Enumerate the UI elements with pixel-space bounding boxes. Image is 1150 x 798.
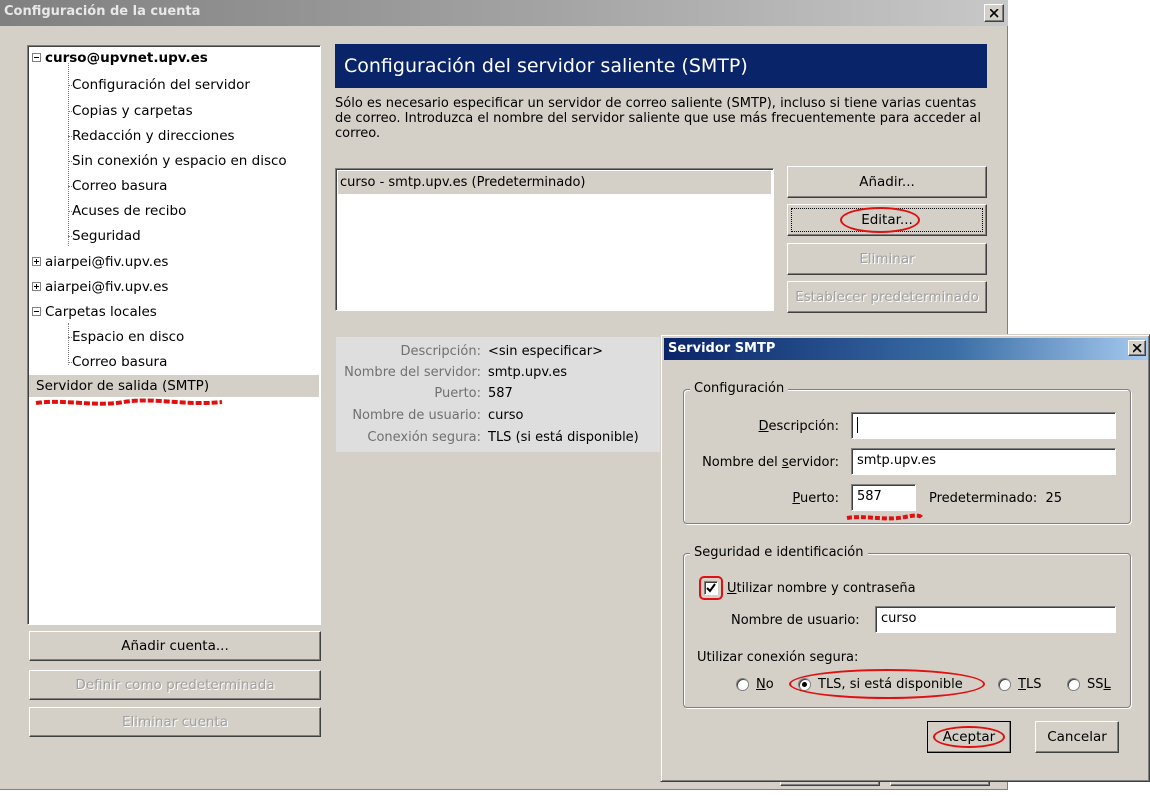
tree-line	[68, 323, 69, 365]
detail-value: smtp.upv.es	[488, 365, 567, 380]
page-title: Configuración del servidor saliente (SMT…	[335, 44, 987, 88]
server-name-label: Nombre del servidor:	[702, 455, 839, 470]
detail-value: 587	[488, 386, 513, 401]
use-auth-label: Utilizar nombre y contraseña	[727, 581, 916, 596]
dialog-title: Servidor SMTP	[668, 341, 776, 356]
delete-server-button[interactable]: Eliminar	[787, 243, 987, 275]
detail-row: Conexión segura: TLS (si está disponible)	[336, 428, 669, 448]
server-details: Descripción: <sin especificar> Nombre del…	[336, 337, 669, 452]
description-label: Descripción:	[758, 419, 839, 434]
red-scribble-annotation	[846, 513, 925, 521]
close-icon	[990, 9, 999, 18]
red-scribble-annotation	[35, 398, 223, 406]
server-name-input[interactable]: smtp.upv.es	[851, 448, 1116, 475]
button-label: Eliminar	[859, 251, 915, 267]
button-label: Añadir cuenta...	[121, 638, 229, 654]
add-account-button[interactable]: Añadir cuenta...	[29, 631, 321, 661]
dialog-titlebar[interactable]: Servidor SMTP	[664, 338, 1148, 360]
ok-button[interactable]: Aceptar	[927, 721, 1011, 753]
button-label: Cancelar	[1047, 729, 1107, 745]
set-default-server-button[interactable]: Establecer predeterminado	[787, 281, 987, 313]
detail-label: Nombre del servidor:	[344, 365, 481, 380]
edit-server-button[interactable]: Editar...	[787, 204, 987, 236]
radio-label-tls: TLS	[1018, 677, 1042, 692]
detail-row: Nombre del servidor: smtp.upv.es	[336, 363, 669, 383]
radio-label-tls-if-available: TLS, si está disponible	[818, 677, 963, 692]
default-port-label: Predeterminado: 25	[929, 491, 1063, 506]
username-label: Nombre de usuario:	[731, 613, 860, 628]
secure-connection-label: Utilizar conexión segura:	[697, 650, 859, 665]
tree-item-label: Carpetas locales	[45, 304, 157, 320]
button-label: Aceptar	[942, 729, 996, 745]
detail-row: Puerto: 587	[336, 384, 669, 404]
detail-row: Nombre de usuario: curso	[336, 406, 669, 426]
page-description: Sólo es necesario especificar un servido…	[335, 96, 981, 141]
radio-secure-tls-if-available[interactable]	[798, 678, 811, 691]
radio-secure-no[interactable]	[736, 678, 749, 691]
radio-secure-tls[interactable]	[998, 678, 1011, 691]
list-item[interactable]: curso - smtp.upv.es (Predeterminado)	[338, 171, 771, 194]
group-title: Seguridad e identificación	[690, 545, 868, 560]
smtp-server-list[interactable]: curso - smtp.upv.es (Predeterminado)	[335, 168, 774, 311]
radio-label-ssl: SSL	[1087, 677, 1111, 692]
add-server-button[interactable]: Añadir...	[787, 166, 987, 198]
account-tree[interactable]: curso@upvnet.upv.es Configuración del se…	[27, 45, 321, 625]
tree-line	[68, 63, 69, 246]
button-label: Establecer predeterminado	[795, 289, 979, 305]
tree-item-label: Correo basura	[72, 178, 168, 194]
group-title: Configuración	[690, 381, 789, 396]
default-port-value: 25	[1045, 491, 1063, 506]
close-icon	[1133, 344, 1142, 353]
collapse-icon[interactable]	[32, 307, 41, 316]
main-titlebar[interactable]: Configuración de la cuenta	[0, 0, 1008, 26]
remove-account-button[interactable]: Eliminar cuenta	[29, 707, 321, 737]
tree-item-label: Configuración del servidor	[72, 77, 250, 93]
radio-label-no: No	[756, 677, 774, 692]
button-label: Editar...	[861, 212, 913, 228]
expand-icon[interactable]	[32, 282, 41, 291]
tree-item-label: curso@upvnet.upv.es	[45, 50, 208, 66]
smtp-server-dialog: Servidor SMTP Configuración Descripción:…	[660, 334, 1150, 782]
field-value: 587	[857, 489, 882, 504]
cancel-button[interactable]: Cancelar	[1035, 721, 1119, 753]
tree-item-label: Sin conexión y espacio en disco	[72, 153, 287, 169]
tree-item-label: Servidor de salida (SMTP)	[36, 378, 210, 394]
detail-label: Puerto:	[434, 386, 481, 401]
tree-item-label: aiarpei@fiv.upv.es	[45, 279, 169, 295]
checkmark-icon	[706, 583, 716, 593]
port-input[interactable]: 587	[851, 484, 916, 511]
radio-secure-ssl[interactable]	[1067, 678, 1080, 691]
tree-item-label: Seguridad	[72, 228, 141, 244]
set-default-account-button[interactable]: Definir como predeterminada	[29, 670, 321, 700]
tree-item-label: Acuses de recibo	[72, 203, 187, 219]
tree-item-label: aiarpei@fiv.upv.es	[45, 254, 169, 270]
detail-label: Nombre de usuario:	[352, 408, 481, 423]
detail-value: curso	[488, 408, 524, 423]
detail-label: Descripción:	[400, 344, 481, 359]
username-input[interactable]: curso	[875, 606, 1116, 633]
button-label: Eliminar cuenta	[121, 714, 228, 730]
tree-item-label: Correo basura	[72, 354, 168, 370]
description-input[interactable]	[851, 412, 1116, 439]
collapse-icon[interactable]	[32, 53, 41, 62]
detail-label: Conexión segura:	[367, 430, 481, 445]
window-title: Configuración de la cuenta	[4, 4, 201, 19]
field-value: curso	[881, 611, 917, 626]
button-label: Añadir...	[859, 174, 915, 190]
tree-item-label: Espacio en disco	[72, 329, 185, 345]
button-label: Definir como predeterminada	[75, 677, 275, 693]
tree-item-label: Copias y carpetas	[72, 103, 193, 119]
field-value: smtp.upv.es	[857, 453, 936, 468]
port-label: Puerto:	[792, 491, 839, 506]
detail-value: <sin especificar>	[488, 344, 603, 359]
detail-value: TLS (si está disponible)	[488, 430, 639, 445]
use-auth-checkbox[interactable]	[704, 581, 718, 595]
tree-item-label: Redacción y direcciones	[72, 128, 235, 144]
detail-row: Descripción: <sin especificar>	[336, 342, 669, 362]
expand-icon[interactable]	[32, 257, 41, 266]
dialog-close-button[interactable]	[1128, 340, 1146, 356]
window-close-button[interactable]	[984, 4, 1004, 22]
